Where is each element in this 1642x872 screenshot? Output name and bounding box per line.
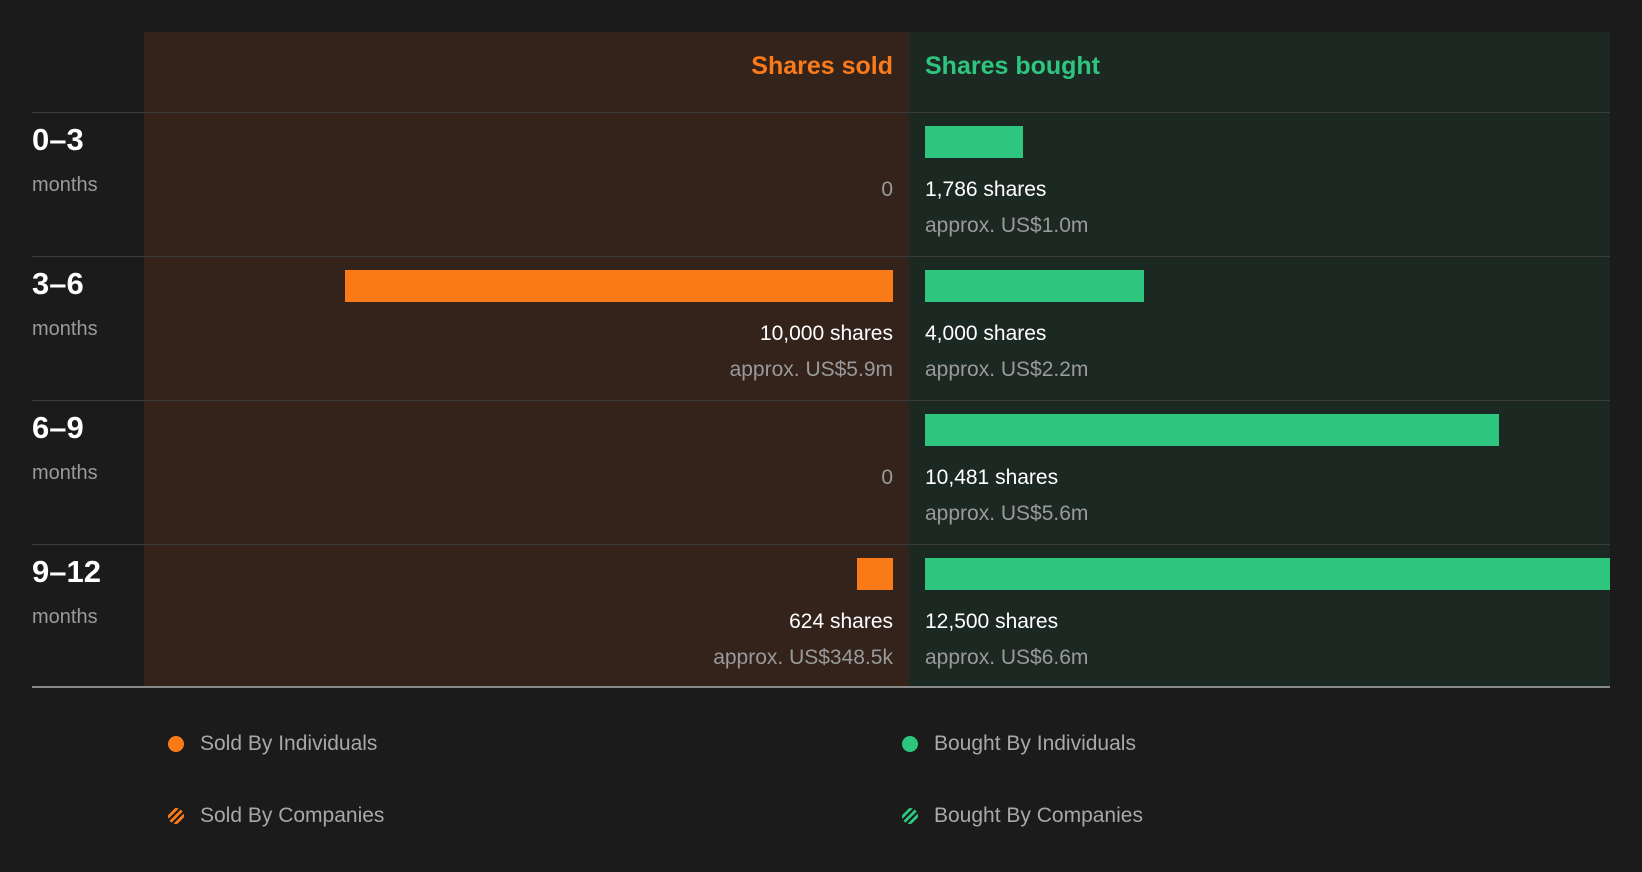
bought-value-label: 1,786 shares [925,178,1047,201]
sold-bar [857,558,893,590]
bought-bar [925,270,1145,302]
legend-bought-by-individuals-label: Bought By Individuals [934,732,1136,755]
bought-bar [925,126,1023,158]
sold-value-label: 624 shares [789,610,893,633]
period-label: 9–12 [32,554,101,589]
legend-sold-by-individuals-swatch [168,736,184,752]
shares-sold-header: Shares sold [751,52,893,80]
bought-approx-label: approx. US$6.6m [925,646,1089,669]
sold-approx-label: approx. US$348.5k [713,646,893,669]
chart-row: 6–9 months 0 10,481 shares approx. US$5.6m [0,400,1642,544]
sold-bar [345,270,893,302]
period-unit-label: months [32,606,98,628]
legend-bought-by-individuals-swatch [902,736,918,752]
bought-value-label: 4,000 shares [925,322,1047,345]
legend-sold-by-companies-label: Sold By Companies [200,804,385,827]
chart-row: 0–3 months 0 1,786 shares approx. US$1.0m [0,112,1642,256]
sold-value-label: 0 [881,466,893,489]
legend-bought-by-companies-swatch [902,808,918,824]
period-label: 3–6 [32,266,84,301]
period-unit-label: months [32,462,98,484]
bought-approx-label: approx. US$1.0m [925,214,1089,237]
bought-approx-label: approx. US$5.6m [925,502,1089,525]
chart-row: 9–12 months 624 shares approx. US$348.5k 12,… [0,544,1642,688]
period-unit-label: months [32,174,98,196]
sold-value-label: 10,000 shares [759,322,893,345]
legend-sold-by-companies-swatch [168,808,184,824]
shares-bought-header: Shares bought [925,52,1101,80]
bought-value-label: 10,481 shares [925,466,1059,489]
legend-sold-by-individuals-label: Sold By Individuals [200,732,378,755]
period-label: 0–3 [32,122,84,157]
chart-row: 3–6 months 10,000 shares approx. US$5.9m 4,0… [0,256,1642,400]
bought-bar [925,414,1500,446]
period-unit-label: months [32,318,98,340]
sold-approx-label: approx. US$5.9m [729,358,893,381]
sold-value-label: 0 [881,178,893,201]
bought-approx-label: approx. US$2.2m [925,358,1089,381]
legend-bought-by-companies-label: Bought By Companies [934,804,1143,827]
bought-value-label: 12,500 shares [925,610,1059,633]
period-label: 6–9 [32,410,84,445]
bought-bar [925,558,1610,590]
chart-baseline [32,686,1610,688]
